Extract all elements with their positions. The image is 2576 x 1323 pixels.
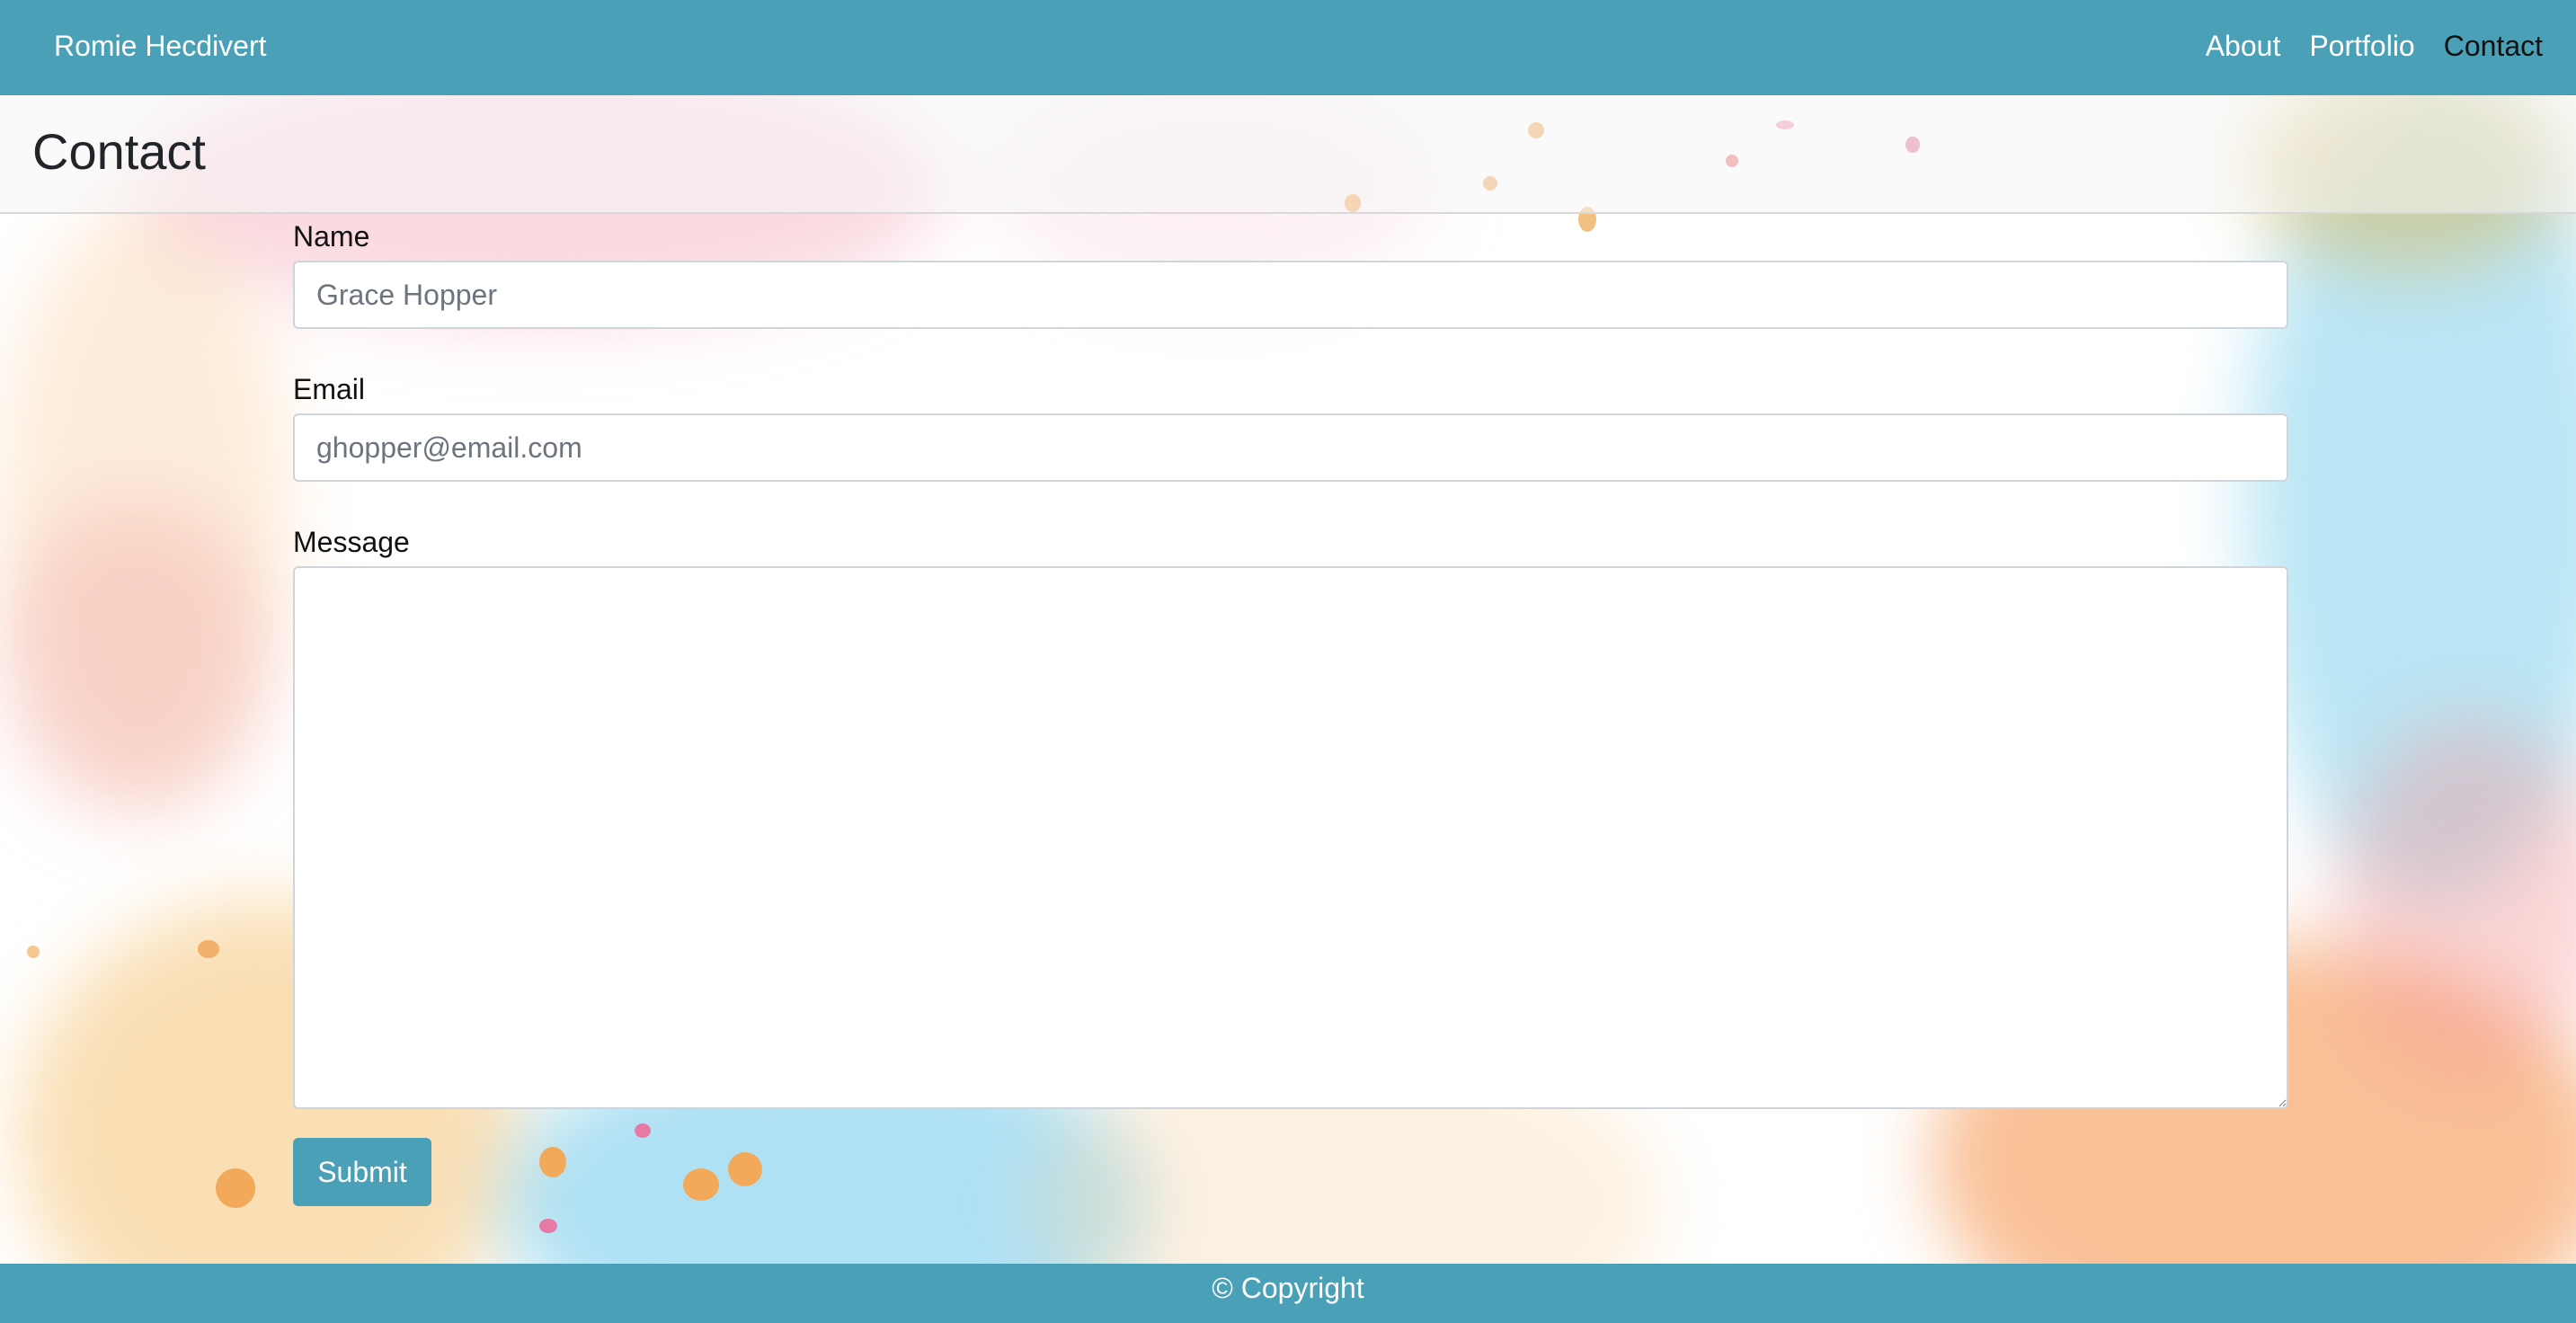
- email-label: Email: [293, 373, 366, 405]
- nav-link-contact[interactable]: Contact: [2444, 27, 2543, 65]
- footer: © Copyright: [0, 1264, 2576, 1323]
- paint-splatter: [198, 940, 219, 958]
- page-header: Contact: [0, 95, 2576, 214]
- paint-splatter: [216, 1168, 255, 1208]
- brand-link[interactable]: Romie Hecdivert: [54, 27, 267, 65]
- email-input[interactable]: [293, 413, 2288, 482]
- message-textarea[interactable]: [293, 566, 2288, 1109]
- background-blob-rose: [0, 503, 270, 818]
- message-label: Message: [293, 526, 410, 558]
- nav-link-about[interactable]: About: [2206, 27, 2281, 65]
- paint-splatter: [27, 946, 40, 958]
- name-label: Name: [293, 220, 370, 253]
- page-title: Contact: [32, 123, 206, 180]
- name-input[interactable]: [293, 261, 2288, 329]
- contact-form: Name Email Message Submit: [293, 212, 2288, 1206]
- nav-links: About Portfolio Contact: [2206, 27, 2543, 65]
- navbar: Romie Hecdivert About Portfolio Contact: [0, 0, 2576, 95]
- submit-button[interactable]: Submit: [293, 1138, 431, 1206]
- copyright-text: © Copyright: [1212, 1272, 1364, 1304]
- nav-link-portfolio[interactable]: Portfolio: [2309, 27, 2414, 65]
- paint-splatter: [539, 1219, 557, 1233]
